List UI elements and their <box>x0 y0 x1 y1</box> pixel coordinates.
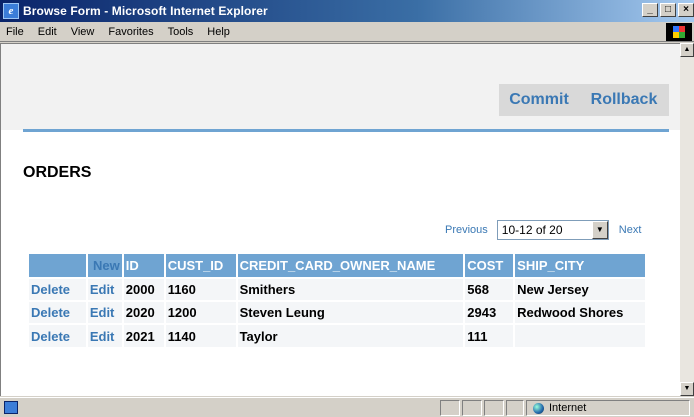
previous-link[interactable]: Previous <box>445 224 488 236</box>
range-select-value: 10-12 of 20 <box>501 223 563 237</box>
header-id: ID <box>122 254 166 278</box>
orders-table: New ID CUST_ID CREDIT_CARD_OWNER_NAME CO… <box>29 254 647 347</box>
header-delete <box>29 254 88 278</box>
menu-file[interactable]: File <box>0 26 31 38</box>
ie-app-icon[interactable]: e <box>3 3 19 19</box>
table-row: Delete Edit 2021 1140 Taylor 111 <box>29 323 647 347</box>
cell-owner: Smithers <box>236 277 466 301</box>
menu-bar: File Edit View Favorites Tools Help <box>0 22 694 42</box>
cell-ship-city: New Jersey <box>514 277 647 301</box>
cell-id: 2000 <box>122 277 166 301</box>
section-title: ORDERS <box>23 164 92 181</box>
cell-ship-city: Redwood Shores <box>514 300 647 324</box>
minimize-button[interactable]: _ <box>642 3 658 17</box>
scroll-down-icon[interactable]: ▼ <box>680 382 694 396</box>
scroll-up-icon[interactable]: ▲ <box>680 43 694 57</box>
title-bar: e Browse Form - Microsoft Internet Explo… <box>0 0 694 22</box>
window-title: Browse Form - Microsoft Internet Explore… <box>23 4 268 18</box>
page-status-icon <box>4 401 18 414</box>
table-header-row: New ID CUST_ID CREDIT_CARD_OWNER_NAME CO… <box>29 254 647 278</box>
edit-link[interactable]: Edit <box>86 323 124 347</box>
status-panel <box>484 400 504 416</box>
zone-label: Internet <box>549 402 587 414</box>
range-select[interactable]: 10-12 of 20 ▼ <box>496 220 609 240</box>
delete-link[interactable]: Delete <box>29 300 88 324</box>
edit-link[interactable]: Edit <box>86 300 124 324</box>
commit-button[interactable]: Commit <box>499 84 579 116</box>
cell-cust-id: 1160 <box>164 277 238 301</box>
menu-help[interactable]: Help <box>200 26 237 38</box>
cell-owner: Steven Leung <box>236 300 466 324</box>
status-panel <box>462 400 482 416</box>
cell-cost: 111 <box>464 323 516 347</box>
menu-favorites[interactable]: Favorites <box>101 26 160 38</box>
close-button[interactable]: × <box>678 3 694 17</box>
windows-logo-icon <box>666 23 692 41</box>
table-row: Delete Edit 2020 1200 Steven Leung 2943 … <box>29 300 647 324</box>
status-bar: Internet <box>0 397 694 417</box>
pager: Previous 10-12 of 20 ▼ Next <box>445 220 641 240</box>
header-credit-card-owner-name: CREDIT_CARD_OWNER_NAME <box>236 254 466 278</box>
header-ship-city: SHIP_CITY <box>514 254 647 278</box>
header-divider <box>23 129 669 132</box>
cell-id: 2020 <box>122 300 166 324</box>
cell-cust-id: 1200 <box>164 300 238 324</box>
form-toolbar: Commit Rollback <box>1 44 680 130</box>
cell-id: 2021 <box>122 323 166 347</box>
window-controls: _ □ × <box>640 3 694 17</box>
status-panel <box>440 400 460 416</box>
rollback-button[interactable]: Rollback <box>579 84 669 116</box>
new-link[interactable]: New <box>86 254 124 278</box>
cell-ship-city <box>514 323 647 347</box>
globe-icon <box>533 402 544 414</box>
header-cust-id: CUST_ID <box>164 254 238 278</box>
cell-cust-id: 1140 <box>164 323 238 347</box>
next-link[interactable]: Next <box>619 224 642 236</box>
security-zone: Internet <box>526 400 690 416</box>
cell-cost: 568 <box>464 277 516 301</box>
maximize-button[interactable]: □ <box>660 3 676 17</box>
page-viewport: Commit Rollback ORDERS Previous 10-12 of… <box>0 43 680 396</box>
menu-view[interactable]: View <box>64 26 102 38</box>
cell-owner: Taylor <box>236 323 466 347</box>
status-panel <box>506 400 524 416</box>
menu-tools[interactable]: Tools <box>161 26 201 38</box>
cell-cost: 2943 <box>464 300 516 324</box>
delete-link[interactable]: Delete <box>29 323 88 347</box>
dropdown-arrow-icon[interactable]: ▼ <box>591 221 608 239</box>
edit-link[interactable]: Edit <box>86 277 124 301</box>
table-row: Delete Edit 2000 1160 Smithers 568 New J… <box>29 277 647 301</box>
delete-link[interactable]: Delete <box>29 277 88 301</box>
header-cost: COST <box>464 254 516 278</box>
vertical-scrollbar[interactable]: ▲ ▼ <box>680 43 694 396</box>
menu-edit[interactable]: Edit <box>31 26 64 38</box>
